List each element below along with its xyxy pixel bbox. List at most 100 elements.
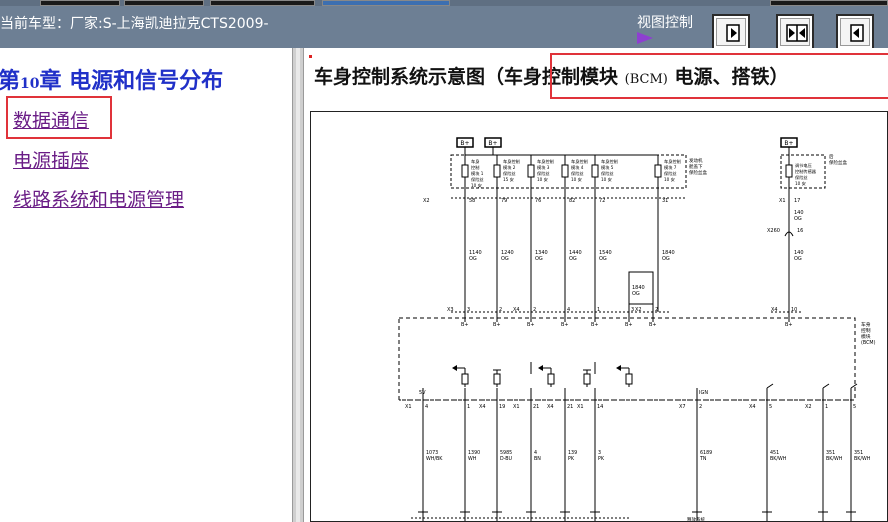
mid-wire-label: OG xyxy=(632,291,640,297)
fuse-label: 模块 4 xyxy=(571,164,584,171)
chapter-title: 第10章 电源和信号分布 xyxy=(0,63,223,95)
fuse-box-label: 舱盖下 xyxy=(689,163,703,170)
anchor-marker xyxy=(309,55,312,58)
nav-link-power-outlet[interactable]: 电源插座 xyxy=(13,146,89,173)
fuse-label: 保险丝 xyxy=(664,170,677,177)
double-arrow-icon xyxy=(786,24,808,42)
fuse-symbol xyxy=(654,164,662,178)
rear-fuse-label: 调节电压 xyxy=(795,162,812,169)
fuse-label: 10 安 xyxy=(601,176,612,183)
bottom-wire-label: PK xyxy=(568,456,575,462)
bottom-connector-label: X1 xyxy=(513,404,520,410)
bcm-pin: 4 xyxy=(567,307,570,313)
connector-pin: 76 xyxy=(535,198,541,204)
rear-fuse-label: 控制传感器 xyxy=(795,168,817,175)
bplus-box-1-label: B+ xyxy=(460,140,469,147)
bottom-wire-label: 139 xyxy=(568,450,577,456)
wire-label: OG xyxy=(469,256,477,262)
fuse-label: 保险丝 xyxy=(471,176,484,183)
x260-pin: 16 xyxy=(797,228,803,234)
bottom-pin: 21 xyxy=(567,404,573,410)
rear-wire-label: OG xyxy=(794,256,802,262)
bottom-wire-label: 1073 xyxy=(426,450,438,456)
bottom-wire-label: 5985 xyxy=(500,450,512,456)
pane-splitter[interactable] xyxy=(292,48,304,522)
wire-label: OG xyxy=(662,256,670,262)
bcm-pin: 1 xyxy=(597,307,600,313)
arrow-symbol xyxy=(452,365,457,371)
bcm-bplus-label: B+ xyxy=(649,322,657,328)
resistor-symbol xyxy=(547,373,555,385)
header-bar: 当前车型：厂家:S-上海凯迪拉克CTS2009- 视图控制 xyxy=(0,6,888,50)
view-next-button[interactable] xyxy=(712,14,750,50)
bottom-pin: 1 xyxy=(825,404,828,410)
rear-connector-label: X1 xyxy=(779,198,786,204)
left-navigation: 第10章 电源和信号分布 数据通信 电源插座 线路系统和电源管理 xyxy=(0,48,292,522)
fuse-label: 保险丝 xyxy=(601,170,614,177)
bcm-pin: 3 xyxy=(631,307,634,313)
switch-symbol xyxy=(766,383,774,389)
bcm-label: 控制 xyxy=(861,327,871,334)
arrow-right-icon xyxy=(726,24,740,42)
arrow-symbol xyxy=(616,365,621,371)
connector-pin: 58 xyxy=(469,198,475,204)
bottom-pin: 5 xyxy=(769,404,772,410)
rear-fuse-symbol xyxy=(785,164,793,178)
rear-fuse-box-label: 后 xyxy=(829,153,834,160)
fuse-label: 保险丝 xyxy=(537,170,550,177)
bottom-pin: 2 xyxy=(699,404,702,410)
bottom-pin: 4 xyxy=(425,404,428,410)
fuse-symbol xyxy=(461,164,469,178)
bottom-connector-label: X4 xyxy=(547,404,554,410)
bottom-wire-label: 4 xyxy=(534,450,537,456)
bcm-connector-label: X3 xyxy=(447,307,454,313)
fuse-label: 模块 3 xyxy=(537,164,550,171)
bottom-wire-label: BK/WH xyxy=(854,456,871,462)
x260-label: X260 xyxy=(767,228,780,234)
bcm-bplus-label: B+ xyxy=(493,322,501,328)
view-split-button[interactable] xyxy=(776,14,814,50)
nav-link-wiring-power-management[interactable]: 线路系统和电源管理 xyxy=(13,185,184,212)
fuse-label: 10 安 xyxy=(537,176,548,183)
fuse-label: 15 安 xyxy=(503,176,514,183)
bcm-label: 车身 xyxy=(861,321,871,328)
fuse-label: 车身控制 xyxy=(601,158,618,165)
wire-label: OG xyxy=(501,256,509,262)
fuse-label: 保险丝 xyxy=(571,170,584,177)
bottom-pin: 1 xyxy=(467,404,470,410)
fuse-label: 模块 1 xyxy=(471,170,484,177)
bottom-wire-label: 451 xyxy=(770,450,779,456)
bottom-connector-label: X2 xyxy=(805,404,812,410)
play-icon[interactable] xyxy=(637,32,653,44)
view-prev-button[interactable] xyxy=(836,14,874,50)
view-control-label: 视图控制 xyxy=(637,15,693,31)
bottom-wire-label: 3 xyxy=(598,450,601,456)
rear-fuse-label: 保险丝 xyxy=(795,174,808,181)
wire-label: OG xyxy=(569,256,577,262)
fuse-label: 车身控制 xyxy=(571,158,588,165)
bottom-wire-label: 351 xyxy=(854,450,863,456)
bottom-connector-label: X1 xyxy=(577,404,584,410)
bottom-wire-label: WH/BK xyxy=(426,456,443,462)
bcm-pin: 2 xyxy=(499,307,502,313)
fuse-label: 车身 xyxy=(471,158,479,165)
fuse-symbol xyxy=(591,164,599,178)
wire-label: OG xyxy=(599,256,607,262)
bottom-wire-label: 351 xyxy=(826,450,835,456)
bcm-connector-label: X2 xyxy=(635,307,642,313)
bcm-pin: 2 xyxy=(655,307,658,313)
bottom-connector-label: X7 xyxy=(679,404,686,410)
nav-link-data-communication[interactable]: 数据通信 xyxy=(13,106,89,133)
splitter-grip[interactable] xyxy=(296,48,300,522)
bottom-wire-label: BN xyxy=(534,456,541,462)
fuse-symbol xyxy=(561,164,569,178)
bottom-wire-label: 6189 xyxy=(700,450,712,456)
bottom-pin: 14 xyxy=(597,404,603,410)
bcm-outline xyxy=(398,317,856,401)
current-model-label: 当前车型：厂家:S-上海凯迪拉克CTS2009- xyxy=(0,16,269,32)
bcm-bplus-label: B+ xyxy=(785,322,793,328)
bcm-pin: 10 xyxy=(791,307,797,313)
bottom-wire-label: WH xyxy=(468,456,477,462)
chapter-prefix: 第 xyxy=(0,68,21,94)
fuse-label: 控制 xyxy=(471,164,479,171)
